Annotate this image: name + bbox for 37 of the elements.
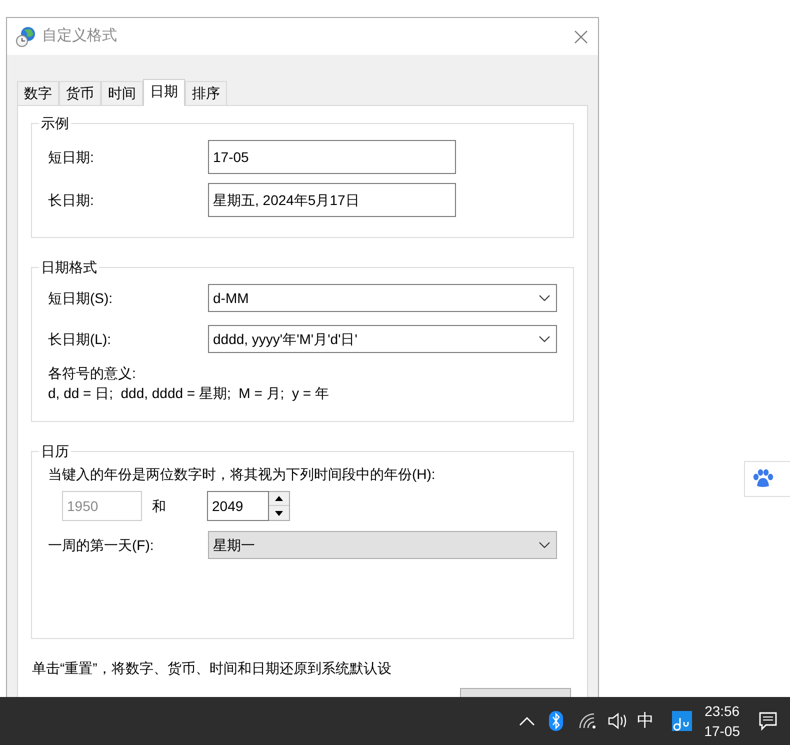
chevron-down-icon <box>539 295 550 301</box>
sample-field[interactable]: 17-05 <box>208 140 456 174</box>
bluetooth-icon[interactable] <box>549 711 564 731</box>
wifi-icon[interactable] <box>579 713 598 729</box>
field-label: 长日期(L): <box>48 330 112 349</box>
first-day-dropdown[interactable]: 星期一 <box>208 531 557 559</box>
clock-time[interactable]: 23:56 <box>704 701 740 721</box>
legend-title: 各符号的意义: <box>48 364 137 383</box>
format-dropdown[interactable]: dddd, yyyy'年'M'月'd'日' <box>208 325 557 353</box>
two-digit-year-label: 当键入的年份是两位数字时，将其视为下列时间段中的年份(H): <box>48 465 436 484</box>
and-label: 和 <box>151 496 167 516</box>
globe-clock-icon <box>16 26 36 48</box>
legend-text: d, dd = 日; ddd, dddd = 星期; M = 月; y = 年 <box>48 384 330 403</box>
clock-date[interactable]: 17-05 <box>704 721 740 741</box>
up-arrow-icon[interactable] <box>275 496 283 501</box>
tab[interactable]: 排序 <box>185 81 227 105</box>
field-label: 长日期: <box>48 190 95 210</box>
chevron-down-icon <box>539 336 550 342</box>
close-icon[interactable] <box>574 30 588 44</box>
sample-field[interactable]: 星期五, 2024年5月17日 <box>208 183 456 217</box>
chevron-up-icon[interactable] <box>519 716 536 726</box>
down-arrow-icon[interactable] <box>275 510 283 516</box>
reset-hint-text: 单击“重置”，将数字、货币、时间和日期还原到系统默认设 <box>31 659 392 677</box>
window-title: 自定义格式 <box>42 26 118 46</box>
speaker-icon[interactable] <box>607 712 628 730</box>
tab[interactable]: 时间 <box>101 81 143 105</box>
chevron-down-icon <box>539 542 550 548</box>
paw-icon[interactable] <box>752 469 774 489</box>
tab[interactable]: 数字 <box>17 81 59 105</box>
app-tray-icon[interactable] <box>672 711 692 731</box>
format-dropdown[interactable]: d-MM <box>208 284 557 312</box>
tab[interactable]: 货币 <box>59 81 101 105</box>
ime-indicator[interactable]: 中 <box>637 708 654 734</box>
field-label: 短日期(S): <box>48 288 114 308</box>
field-label: 一周的第一天(F): <box>48 536 155 555</box>
field-label: 短日期: <box>48 148 95 166</box>
tab[interactable]: 日期 <box>143 79 185 106</box>
